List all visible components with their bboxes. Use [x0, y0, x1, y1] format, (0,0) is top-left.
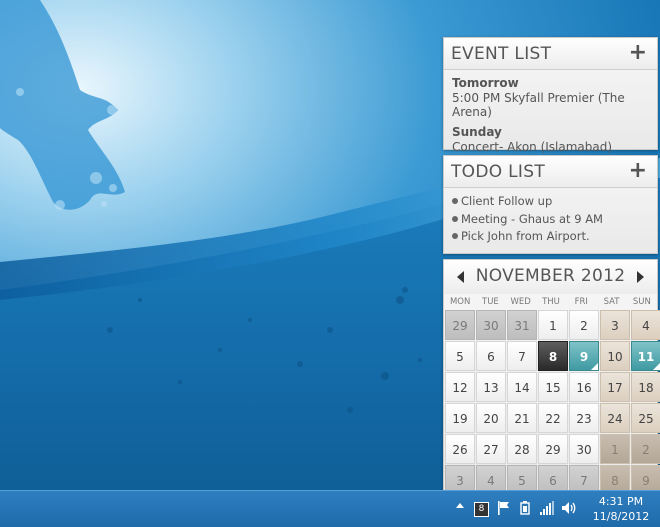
calendar-day-cell[interactable]: 4: [631, 310, 660, 340]
calendar-day-cell[interactable]: 18: [631, 372, 660, 402]
calendar-day-cell[interactable]: 15: [538, 372, 568, 402]
system-clock[interactable]: 4:31 PM 11/8/2012: [590, 494, 652, 524]
volume-icon[interactable]: [561, 500, 577, 516]
clock-date: 11/8/2012: [592, 510, 650, 523]
bullet-icon: [452, 215, 458, 222]
action-center-flag-icon[interactable]: [497, 500, 511, 516]
calendar-day-cell[interactable]: 11: [631, 341, 660, 371]
calendar-day-cell[interactable]: 14: [507, 372, 537, 402]
day-of-week-label: WED: [510, 297, 531, 307]
calendar-day-cell[interactable]: 3: [600, 310, 630, 340]
add-todo-button[interactable]: +: [629, 159, 647, 183]
calendar-day-cell[interactable]: 17: [600, 372, 630, 402]
todo-item[interactable]: Pick John from Airport.: [452, 228, 649, 246]
todo-item-text: Client Follow up: [461, 194, 553, 208]
todo-list-widget: TODO LIST + Client Follow up Meeting - G…: [443, 155, 658, 254]
event-list-widget: EVENT LIST + Tomorrow 5:00 PM Skyfall Pr…: [443, 37, 658, 154]
calendar-day-cell[interactable]: 6: [476, 341, 506, 371]
day-of-week-row: MON TUE WED THU FRI SAT SUN: [444, 294, 657, 310]
calendar-month-title: NOVEMBER 2012: [475, 266, 626, 286]
day-of-week-label: THU: [542, 297, 560, 307]
event-group[interactable]: Tomorrow 5:00 PM Skyfall Premier (The Ar…: [444, 76, 657, 119]
todo-item[interactable]: Meeting - Ghaus at 9 AM: [452, 211, 649, 229]
todo-list-title: TODO LIST: [451, 162, 546, 182]
calendar-widget: NOVEMBER 2012 MON TUE WED THU FRI SAT SU…: [443, 259, 660, 495]
event-item[interactable]: Concert- Akon (Islamabad): [452, 140, 649, 154]
calendar-day-cell[interactable]: 30: [476, 310, 506, 340]
event-item[interactable]: 5:00 PM Skyfall Premier (The Arena): [452, 91, 649, 119]
calendar-day-cell[interactable]: 31: [507, 310, 537, 340]
calendar-day-cell[interactable]: 8: [538, 341, 568, 371]
calendar-day-cell[interactable]: 20: [476, 403, 506, 433]
calendar-day-cell[interactable]: 24: [600, 403, 630, 433]
event-list-title: EVENT LIST: [451, 44, 552, 64]
calendar-day-cell[interactable]: 9: [569, 341, 599, 371]
todo-item[interactable]: Client Follow up: [452, 193, 649, 211]
day-of-week-label: FRI: [574, 297, 588, 307]
add-event-button[interactable]: +: [629, 41, 647, 65]
bullet-icon: [452, 233, 458, 239]
calendar-day-cell[interactable]: 13: [476, 372, 506, 402]
event-group[interactable]: Sunday Concert- Akon (Islamabad): [444, 125, 657, 154]
calendar-day-cell[interactable]: 19: [445, 403, 475, 433]
calendar-day-cell[interactable]: 21: [507, 403, 537, 433]
day-of-week-label: SAT: [603, 297, 620, 307]
calendar-day-cell[interactable]: 7: [507, 341, 537, 371]
calendar-day-cell[interactable]: 22: [538, 403, 568, 433]
bullet-icon: [452, 198, 458, 204]
taskbar: 8 4:31 PM 11/8/2012: [0, 490, 660, 527]
event-day-label: Tomorrow: [452, 76, 519, 90]
event-list-header: EVENT LIST +: [444, 38, 657, 70]
calendar-day-cell[interactable]: 23: [569, 403, 599, 433]
day-of-week-label: SUN: [632, 297, 651, 307]
next-month-arrow-icon[interactable]: [637, 271, 644, 283]
calendar-day-cell[interactable]: 2: [569, 310, 599, 340]
calendar-day-cell[interactable]: 26: [445, 434, 475, 464]
show-hidden-icons-icon[interactable]: [456, 503, 464, 508]
calendar-day-cell[interactable]: 1: [538, 310, 568, 340]
calendar-day-cell[interactable]: 25: [631, 403, 660, 433]
todo-item-text: Meeting - Ghaus at 9 AM: [461, 211, 603, 226]
badge-icon[interactable]: 8: [474, 502, 489, 517]
calendar-day-cell[interactable]: 2: [631, 434, 660, 464]
calendar-day-cell[interactable]: 30: [569, 434, 599, 464]
calendar-day-cell[interactable]: 16: [569, 372, 599, 402]
clock-time: 4:31 PM: [598, 495, 644, 508]
calendar-header: NOVEMBER 2012: [444, 260, 657, 294]
calendar-day-cell[interactable]: 29: [538, 434, 568, 464]
todo-item-text: Pick John from Airport.: [461, 229, 590, 243]
todo-items: Client Follow up Meeting - Ghaus at 9 AM…: [444, 188, 657, 246]
calendar-day-cell[interactable]: 27: [476, 434, 506, 464]
calendar-day-cell[interactable]: 12: [445, 372, 475, 402]
network-signal-icon[interactable]: [540, 500, 554, 516]
calendar-day-cell[interactable]: 29: [445, 310, 475, 340]
calendar-day-cell[interactable]: 1: [600, 434, 630, 464]
day-of-week-label: TUE: [482, 297, 499, 307]
power-icon[interactable]: [518, 500, 532, 516]
day-of-week-label: MON: [449, 297, 471, 307]
calendar-grid: 29 30 31 1 2 3 4 5 6 7 8 9 10 11 12 13 14 15 16 17 18 19 20 21 2…: [444, 310, 660, 495]
calendar-day-cell[interactable]: 10: [600, 341, 630, 371]
calendar-day-cell[interactable]: 5: [445, 341, 475, 371]
todo-list-header: TODO LIST +: [444, 156, 657, 188]
calendar-day-cell[interactable]: 28: [507, 434, 537, 464]
event-day-label: Sunday: [452, 125, 502, 139]
